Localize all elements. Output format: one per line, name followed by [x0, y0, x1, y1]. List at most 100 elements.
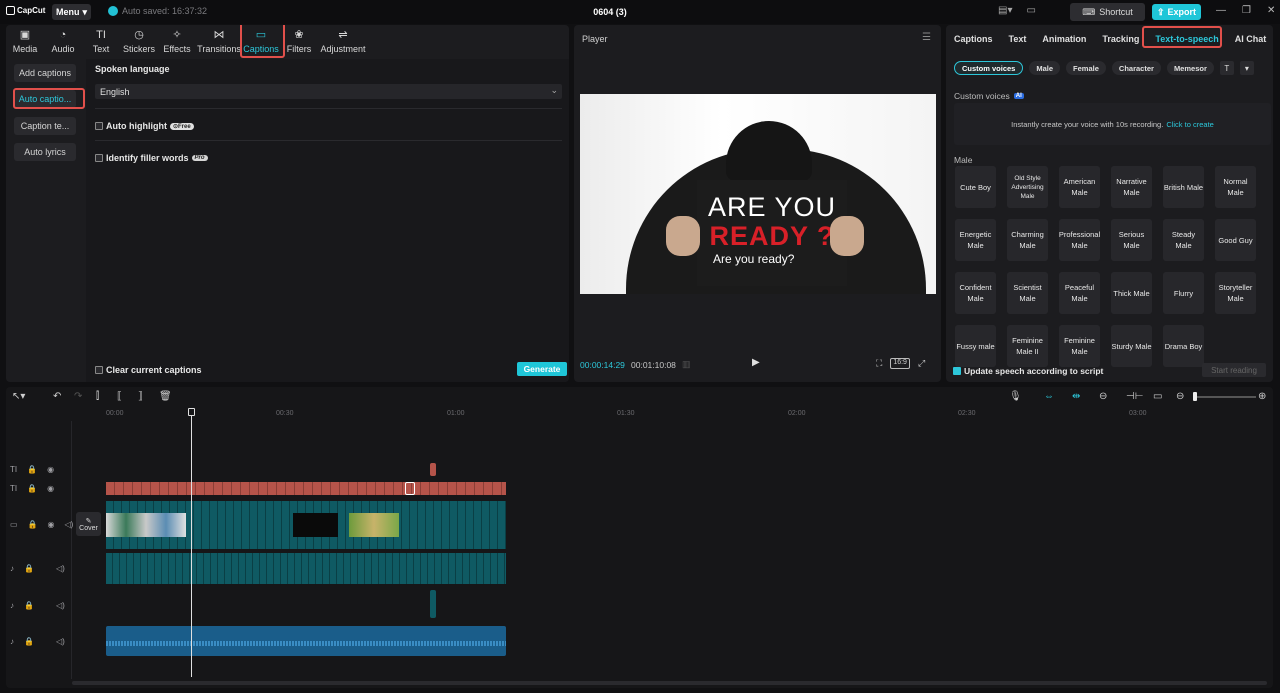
tab-text-to-speech[interactable]: Text-to-speech [1147, 34, 1226, 44]
minimize-icon[interactable]: — [1216, 5, 1226, 16]
filter-custom-voices[interactable]: Custom voices [954, 61, 1024, 75]
auto-captions-button[interactable]: Auto captio... [14, 90, 76, 108]
click-to-create-link[interactable]: Click to create [1166, 120, 1214, 129]
audio-clip[interactable] [430, 590, 436, 618]
lock-icon[interactable]: 🔒 [27, 484, 37, 493]
hamburger-icon[interactable]: ☰ [922, 32, 931, 43]
split-right-icon[interactable]: ⟧ [138, 391, 143, 402]
eye-icon[interactable]: ◉ [48, 520, 55, 529]
split-icon[interactable]: ⫿ [96, 391, 99, 402]
filter-character[interactable]: Character [1111, 61, 1161, 75]
preview-axis-icon[interactable]: ⊣⊢ [1126, 391, 1143, 402]
undo-icon[interactable]: ↶ [53, 391, 61, 402]
tab-text[interactable]: Text [1001, 34, 1035, 44]
voice-card[interactable]: Flurry [1163, 272, 1204, 314]
voice-card[interactable]: Normal Male [1215, 166, 1256, 208]
cover-button[interactable]: ✎ Cover [76, 512, 101, 536]
voice-card[interactable]: Narrative Male [1111, 166, 1152, 208]
language-select[interactable]: English ⌄ [95, 84, 562, 99]
volume-icon[interactable]: ◁) [56, 601, 65, 610]
caption-track[interactable] [106, 482, 506, 495]
tool-adjustment[interactable]: ⇌ Adjustment [318, 25, 368, 59]
lock-icon[interactable]: 🔒 [28, 520, 38, 529]
caption-clip[interactable] [430, 463, 436, 476]
select-cursor-icon[interactable]: ↖▾ [12, 391, 25, 402]
shortcut-button[interactable]: ⌨ Shortcut [1070, 3, 1145, 21]
voice-card[interactable]: Good Guy [1215, 219, 1256, 261]
close-icon[interactable]: ✕ [1267, 5, 1275, 16]
voice-card[interactable]: Fussy male [955, 325, 996, 367]
voice-card[interactable]: Old Style Advertising Male [1007, 166, 1048, 208]
layout-icon[interactable]: ▤▾ [998, 5, 1012, 16]
play-icon[interactable]: ▶ [752, 357, 760, 368]
tool-media[interactable]: ▣ Media [6, 25, 44, 59]
tab-animation[interactable]: Animation [1034, 34, 1094, 44]
chevron-down-icon[interactable]: ▾ [1239, 61, 1254, 75]
timecode-grid-icon[interactable]: ▥ [682, 359, 691, 370]
eye-icon[interactable]: ◉ [47, 465, 54, 474]
tool-captions[interactable]: ▭ Captions [242, 25, 280, 59]
tab-captions[interactable]: Captions [946, 34, 1001, 44]
maximize-icon[interactable]: ❐ [1242, 5, 1251, 16]
redo-icon[interactable]: ↷ [74, 391, 82, 402]
caption-template-button[interactable]: Caption te... [14, 117, 76, 135]
lock-icon[interactable]: 🔒 [24, 601, 34, 610]
export-button[interactable]: ⇪ Export [1152, 4, 1201, 20]
voice-card[interactable]: Confident Male [955, 272, 996, 314]
filter-male[interactable]: Male [1029, 61, 1061, 75]
fullscreen-icon[interactable]: ⤢ [918, 358, 925, 369]
auto-lyrics-button[interactable]: Auto lyrics [14, 143, 76, 161]
delete-icon[interactable]: 🗑 [159, 391, 172, 402]
split-left-icon[interactable]: ⟦ [117, 391, 122, 402]
auto-highlight-option[interactable]: Auto highlight ⊙Free [95, 121, 194, 131]
zoom-in-icon[interactable]: ⊕ [1258, 391, 1266, 402]
tool-filters[interactable]: ❀ Filters [280, 25, 318, 59]
voice-card[interactable]: Steady Male [1163, 219, 1204, 261]
lock-icon[interactable]: 🔒 [27, 465, 37, 474]
playhead-handle[interactable] [188, 408, 195, 416]
time-ruler[interactable]: 00:00 00:30 01:00 01:30 02:00 02:30 03:0… [106, 407, 1266, 421]
voice-card[interactable]: Sturdy Male [1111, 325, 1152, 367]
start-reading-button[interactable]: Start reading [1202, 363, 1266, 377]
voice-card[interactable]: Charming Male [1007, 219, 1048, 261]
update-speech-option[interactable]: Update speech according to script [953, 366, 1103, 376]
identify-filler-checkbox[interactable] [95, 154, 103, 162]
tool-stickers[interactable]: ◷ Stickers [120, 25, 158, 59]
volume-icon[interactable]: ◁) [65, 520, 74, 529]
filter-memesor[interactable]: Memesor [1166, 61, 1214, 75]
voice-card[interactable]: Feminine Male [1059, 325, 1100, 367]
voice-card[interactable]: Scientist Male [1007, 272, 1048, 314]
voice-card[interactable]: American Male [1059, 166, 1100, 208]
zoom-out-icon[interactable]: ⊖ [1176, 391, 1184, 402]
fit-icon[interactable]: ⛶ [876, 358, 882, 369]
voice-card[interactable]: Professional Male [1059, 219, 1100, 261]
link-icon[interactable]: ⊖ [1099, 391, 1107, 402]
audio-track-1[interactable] [106, 553, 506, 584]
selected-caption-clip[interactable] [405, 482, 415, 495]
voice-card[interactable]: Serious Male [1111, 219, 1152, 261]
voice-card[interactable]: Storyteller Male [1215, 272, 1256, 314]
update-speech-checkbox[interactable] [953, 367, 961, 375]
lock-icon[interactable]: 🔒 [24, 564, 34, 573]
volume-icon[interactable]: ◁) [56, 564, 65, 573]
clear-captions-option[interactable]: Clear current captions [95, 365, 202, 375]
text-format-icon[interactable]: T [1219, 61, 1234, 75]
ratio-button[interactable]: 16:9 [890, 358, 910, 369]
playhead[interactable] [191, 409, 192, 677]
tab-tracking[interactable]: Tracking [1094, 34, 1147, 44]
timeline-scrollbar[interactable] [72, 681, 1267, 685]
voice-card[interactable]: Cute Boy [955, 166, 996, 208]
voice-card[interactable]: Drama Boy [1163, 325, 1204, 367]
tool-audio[interactable]: ◔ Audio [44, 25, 82, 59]
zoom-slider[interactable] [1194, 396, 1256, 398]
filter-female[interactable]: Female [1066, 61, 1106, 75]
tool-effects[interactable]: ✧ Effects [158, 25, 196, 59]
add-captions-button[interactable]: Add captions [14, 64, 76, 82]
auto-highlight-checkbox[interactable] [95, 122, 103, 130]
voice-card[interactable]: Peaceful Male [1059, 272, 1100, 314]
voice-card[interactable]: Energetic Male [955, 219, 996, 261]
tool-transitions[interactable]: ⋈ Transitions [196, 25, 242, 59]
zoom-slider-handle[interactable] [1193, 392, 1197, 401]
tool-text[interactable]: TI Text [82, 25, 120, 59]
caption-toggle-icon[interactable]: ▭ [1153, 391, 1162, 402]
